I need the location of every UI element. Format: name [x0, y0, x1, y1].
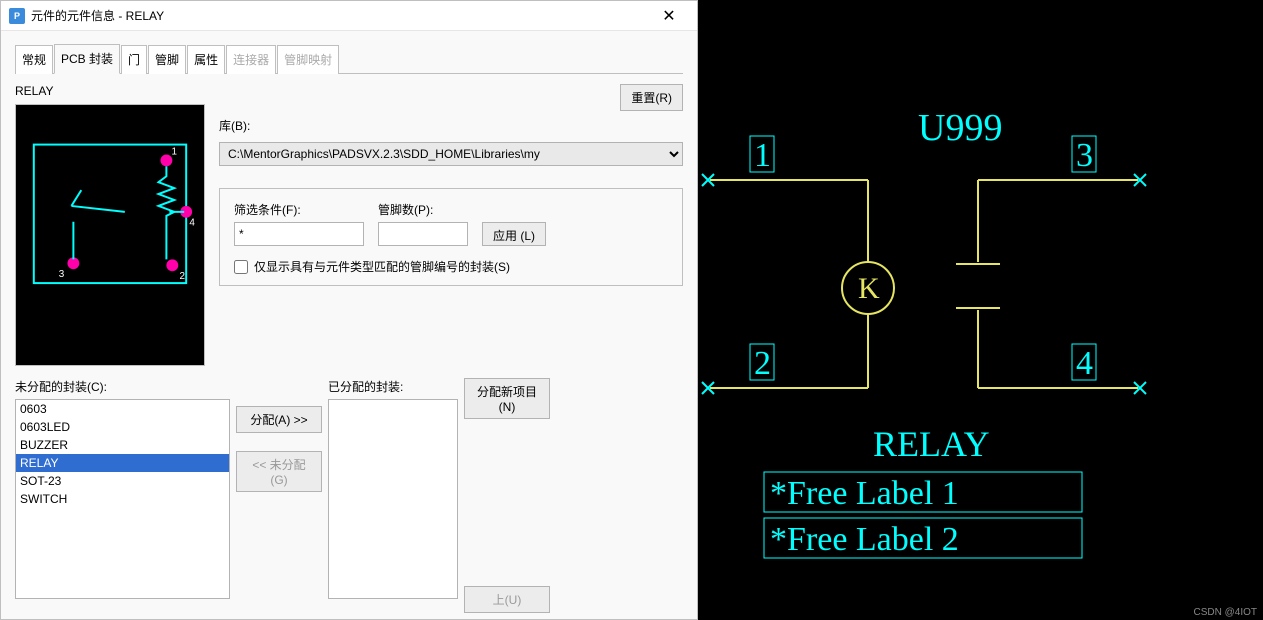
tab-bar: 常规PCB 封装门管脚属性连接器管脚映射 [15, 43, 683, 74]
schematic-canvas[interactable]: U999 1 3 2 4 K [698, 0, 1263, 620]
list-item[interactable]: RELAY [16, 454, 229, 472]
schematic-refdes: U999 [918, 107, 1002, 149]
assign-button[interactable]: 分配(A) >> [236, 406, 322, 433]
up-button[interactable]: 上(U) [464, 586, 550, 613]
footprint-preview: 1 4 3 2 [15, 104, 205, 366]
filter-group: 筛选条件(F): 管脚数(P): 应用 (L) 仅显示具有与元件类型匹配的管脚编… [219, 188, 683, 286]
svg-text:2: 2 [179, 271, 185, 282]
list-item[interactable]: SWITCH [16, 490, 229, 508]
tab-连接器: 连接器 [226, 45, 276, 74]
tab-管脚映射: 管脚映射 [277, 45, 339, 74]
reset-button[interactable]: 重置(R) [620, 84, 683, 111]
library-select[interactable]: C:\MentorGraphics\PADSVX.2.3\SDD_HOME\Li… [219, 142, 683, 166]
app-icon: P [9, 8, 25, 24]
svg-text:K: K [858, 272, 880, 305]
svg-text:4: 4 [189, 218, 195, 229]
tab-管脚[interactable]: 管脚 [148, 45, 186, 74]
only-matching-label: 仅显示具有与元件类型匹配的管脚编号的封装(S) [254, 258, 510, 275]
pincount-input[interactable] [378, 222, 468, 246]
titlebar: P 元件的元件信息 - RELAY ✕ [1, 1, 697, 31]
tab-门[interactable]: 门 [121, 45, 147, 74]
part-name: RELAY [15, 84, 205, 98]
assigned-listbox[interactable] [328, 399, 458, 599]
unassigned-label: 未分配的封装(C): [15, 378, 230, 395]
svg-text:2: 2 [754, 345, 771, 382]
svg-text:3: 3 [1076, 137, 1093, 174]
close-button[interactable]: ✕ [649, 2, 689, 30]
window-title: 元件的元件信息 - RELAY [31, 7, 649, 24]
list-item[interactable]: SOT-23 [16, 472, 229, 490]
watermark: CSDN @4IOT [1194, 607, 1258, 618]
apply-button[interactable]: 应用 (L) [482, 222, 546, 246]
pincount-label: 管脚数(P): [378, 201, 468, 218]
svg-text:*Free Label 1: *Free Label 1 [770, 475, 959, 512]
svg-text:3: 3 [59, 269, 65, 280]
list-item[interactable]: 0603LED [16, 418, 229, 436]
filter-label: 筛选条件(F): [234, 201, 364, 218]
assign-new-button[interactable]: 分配新项目(N) [464, 378, 550, 419]
svg-text:4: 4 [1076, 345, 1093, 382]
list-item[interactable]: 0603 [16, 400, 229, 418]
svg-text:*Free Label 2: *Free Label 2 [770, 521, 959, 558]
unassigned-listbox[interactable]: 06030603LEDBUZZERRELAYSOT-23SWITCH [15, 399, 230, 599]
schematic-part-type: RELAY [873, 424, 990, 464]
tab-常规[interactable]: 常规 [15, 45, 53, 74]
assigned-label: 已分配的封装: [328, 378, 458, 395]
list-item[interactable]: BUZZER [16, 436, 229, 454]
only-matching-checkbox[interactable] [234, 260, 248, 274]
filter-input[interactable] [234, 222, 364, 246]
unassign-button[interactable]: << 未分配(G) [236, 451, 322, 492]
library-label: 库(B): [219, 117, 683, 134]
svg-text:1: 1 [754, 137, 771, 174]
component-info-dialog: P 元件的元件信息 - RELAY ✕ 常规PCB 封装门管脚属性连接器管脚映射… [0, 0, 698, 620]
tab-属性[interactable]: 属性 [187, 45, 225, 74]
svg-text:1: 1 [172, 146, 178, 157]
tab-PCB 封装[interactable]: PCB 封装 [54, 44, 120, 74]
